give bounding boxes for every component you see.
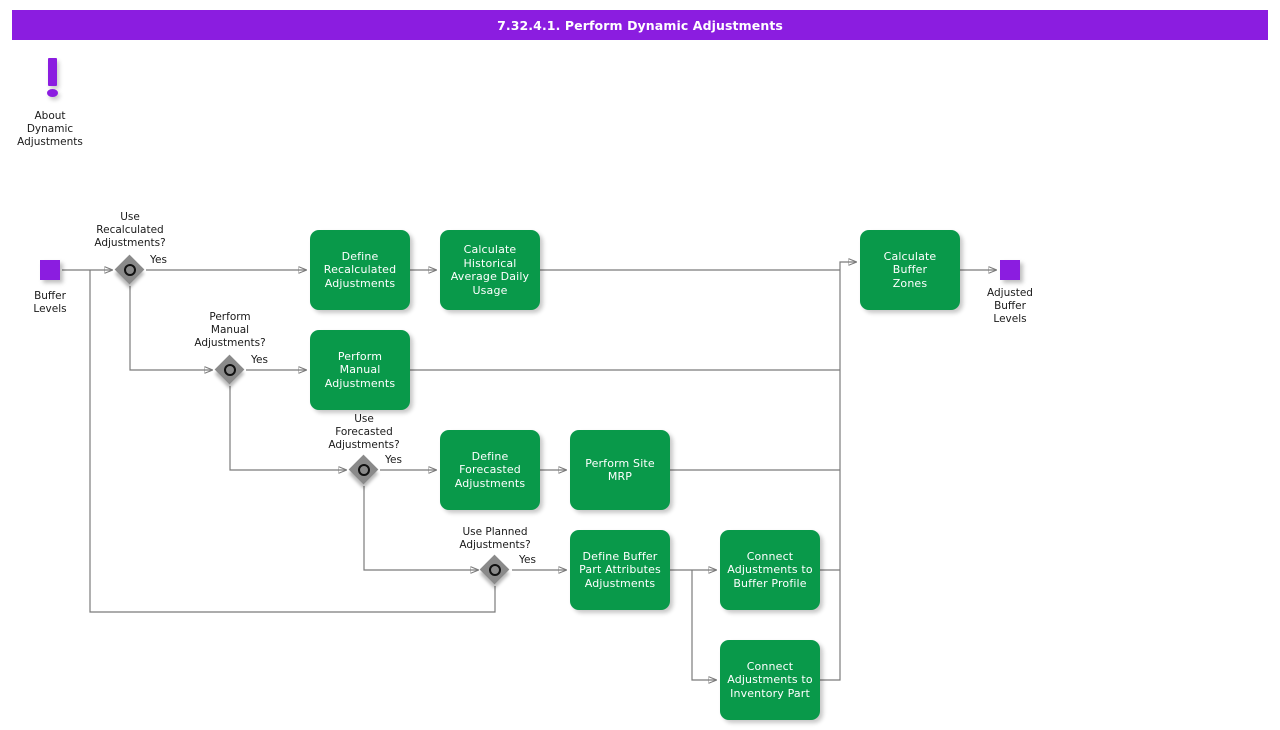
gateway-use-forecasted-adjustments[interactable] <box>349 455 379 485</box>
gateway-inclusive-ring-icon <box>358 464 370 476</box>
task-perform-manual-adjustments[interactable]: Perform Manual Adjustments <box>310 330 410 410</box>
task-calculate-historical-average-daily-usage[interactable]: Calculate Historical Average Daily Usage <box>440 230 540 310</box>
task-connect-adjustments-to-buffer-profile[interactable]: Connect Adjustments to Buffer Profile <box>720 530 820 610</box>
start-event-buffer-levels-label: Buffer Levels <box>5 290 95 316</box>
gateway-perform-manual-adjustments-flow-label: Yes <box>251 354 268 367</box>
diagram-canvas: 7.32.4.1. Perform Dynamic Adjustments <box>0 0 1280 730</box>
task-perform-site-mrp[interactable]: Perform Site MRP <box>570 430 670 510</box>
gateway-inclusive-ring-icon <box>489 564 501 576</box>
flow-gw4-no-bypass <box>90 270 495 612</box>
task-define-buffer-part-attributes-adjustments[interactable]: Define Buffer Part Attributes Adjustment… <box>570 530 670 610</box>
gateway-use-forecasted-adjustments-label: Use Forecasted Adjustments? <box>304 413 424 452</box>
task-connect-adjustments-to-inventory-part[interactable]: Connect Adjustments to Inventory Part <box>720 640 820 720</box>
gateway-use-planned-adjustments[interactable] <box>480 555 510 585</box>
exclamation-mark-icon <box>48 58 57 86</box>
gateway-use-recalculated-adjustments-flow-label: Yes <box>150 254 167 267</box>
gateway-use-planned-adjustments-label: Use Planned Adjustments? <box>435 526 555 552</box>
task-define-recalculated-adjustments[interactable]: Define Recalculated Adjustments <box>310 230 410 310</box>
end-event-adjusted-buffer-levels-label: Adjusted Buffer Levels <box>965 287 1055 326</box>
about-dynamic-adjustments-artifact[interactable] <box>40 58 62 98</box>
start-event-buffer-levels[interactable] <box>40 260 60 280</box>
gateway-use-recalculated-adjustments-label: Use Recalculated Adjustments? <box>70 211 190 250</box>
flow-bufferpart-to-connect-inventory <box>692 570 716 680</box>
flow-merge-bus-to-buffer-zones <box>840 262 856 612</box>
end-event-adjusted-buffer-levels[interactable] <box>1000 260 1020 280</box>
gateway-use-planned-adjustments-flow-label: Yes <box>519 554 536 567</box>
gateway-perform-manual-adjustments[interactable] <box>215 355 245 385</box>
page-title: 7.32.4.1. Perform Dynamic Adjustments <box>12 10 1268 40</box>
connector-layer <box>0 0 1280 730</box>
gateway-use-recalculated-adjustments[interactable] <box>115 255 145 285</box>
task-calculate-buffer-zones[interactable]: Calculate Buffer Zones <box>860 230 960 310</box>
exclamation-dot-icon <box>47 89 58 97</box>
gateway-inclusive-ring-icon <box>224 364 236 376</box>
flow-connect-inventory-to-merge <box>820 612 840 680</box>
gateway-inclusive-ring-icon <box>124 264 136 276</box>
gateway-use-forecasted-adjustments-flow-label: Yes <box>385 454 402 467</box>
about-dynamic-adjustments-label: About Dynamic Adjustments <box>0 110 100 149</box>
gateway-perform-manual-adjustments-label: Perform Manual Adjustments? <box>170 311 290 350</box>
task-define-forecasted-adjustments[interactable]: Define Forecasted Adjustments <box>440 430 540 510</box>
